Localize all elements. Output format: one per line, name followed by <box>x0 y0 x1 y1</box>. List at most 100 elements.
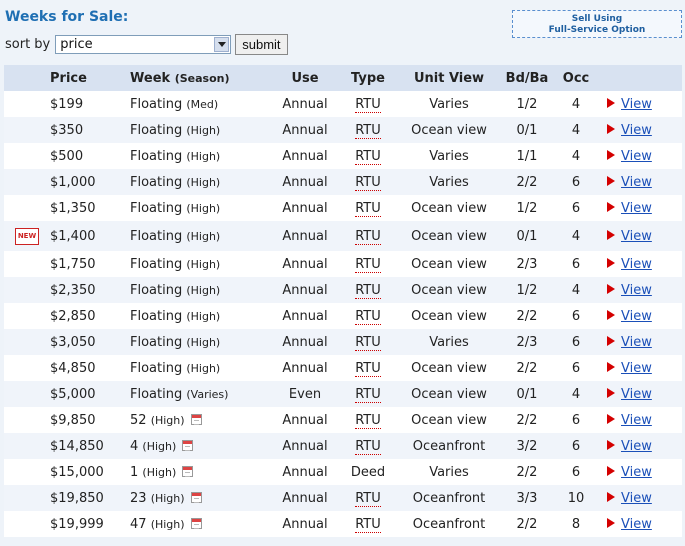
row-price: $2,850 <box>50 308 96 324</box>
view-link[interactable]: View <box>621 439 652 454</box>
row-type-value[interactable]: RTU <box>355 200 381 217</box>
row-type-value[interactable]: RTU <box>355 122 381 139</box>
row-use: Annual <box>282 490 328 506</box>
row-view-cell: View <box>595 143 682 169</box>
row-week: Floating (High) <box>130 117 275 143</box>
row-type-value[interactable]: RTU <box>355 256 381 273</box>
row-type-value[interactable]: RTU <box>355 308 381 325</box>
view-link[interactable]: View <box>621 387 652 402</box>
row-price: $9,850 <box>50 412 96 428</box>
row-badge-cell <box>4 169 50 195</box>
row-bdba: 2/2 <box>516 360 538 376</box>
row-type-value[interactable]: RTU <box>355 516 381 533</box>
view-link[interactable]: View <box>621 175 652 190</box>
row-bdba: 2/3 <box>516 256 538 272</box>
view-link[interactable]: View <box>621 149 652 164</box>
row-type-value[interactable]: RTU <box>355 438 381 455</box>
row-badge-cell <box>4 195 50 221</box>
sell-full-service-button[interactable]: Sell Using Full-Service Option <box>512 10 682 38</box>
row-view-cell: View <box>595 329 682 355</box>
row-use: Annual <box>282 122 328 138</box>
header-price: Price <box>50 70 87 86</box>
row-type: RTU <box>335 169 401 195</box>
play-arrow-icon <box>607 257 615 268</box>
row-view-cell: View <box>595 433 682 459</box>
table-row: $19,850 23 (High) Annual RTU Oceanfront 3/3 10… <box>4 485 682 511</box>
row-view-cell: View <box>595 381 682 407</box>
row-price: $19,850 <box>50 490 104 506</box>
view-link[interactable]: View <box>621 309 652 324</box>
row-type: RTU <box>335 511 401 537</box>
view-link[interactable]: View <box>621 465 652 480</box>
row-view-cell: View <box>595 407 682 433</box>
row-occ: 6 <box>571 438 581 454</box>
row-bdba: 2/2 <box>516 464 538 480</box>
row-occ: 6 <box>571 334 581 350</box>
table-row: $4,850 Floating (High) Annual RTU Ocean view… <box>4 355 682 381</box>
row-occ: 6 <box>571 464 581 480</box>
row-view-cell: View <box>595 117 682 143</box>
calendar-icon[interactable] <box>182 439 194 451</box>
row-unit-view: Ocean view <box>411 256 487 272</box>
row-type-value[interactable]: RTU <box>355 228 381 245</box>
row-type-value[interactable]: RTU <box>355 282 381 299</box>
row-price: $350 <box>50 122 84 138</box>
row-week: 47 (High) <box>130 511 275 537</box>
play-arrow-icon <box>607 97 615 108</box>
row-type: RTU <box>335 355 401 381</box>
header-type: Type <box>351 70 385 86</box>
play-arrow-icon <box>607 439 615 450</box>
play-arrow-icon <box>607 491 615 502</box>
calendar-icon[interactable] <box>190 491 202 503</box>
row-season: (High) <box>150 413 185 427</box>
row-unit-view: Ocean view <box>411 412 487 428</box>
row-bdba: 2/2 <box>516 412 538 428</box>
row-type-value[interactable]: RTU <box>355 148 381 165</box>
row-view-cell: View <box>595 221 682 251</box>
row-price: $14,850 <box>50 438 104 454</box>
view-link[interactable]: View <box>621 201 652 216</box>
row-unit-view: Oceanfront <box>412 490 486 506</box>
view-link[interactable]: View <box>621 361 652 376</box>
row-week: 23 (High) <box>130 485 275 511</box>
row-occ: 8 <box>571 516 581 532</box>
row-occ: 4 <box>571 386 581 402</box>
row-type-value[interactable]: RTU <box>355 386 381 403</box>
row-season: (High) <box>186 309 221 323</box>
calendar-icon[interactable] <box>182 465 194 477</box>
submit-button[interactable]: submit <box>235 34 288 55</box>
row-type-value[interactable]: RTU <box>355 360 381 377</box>
view-link[interactable]: View <box>621 413 652 428</box>
row-week: Floating (High) <box>130 277 275 303</box>
row-type-value[interactable]: RTU <box>355 334 381 351</box>
row-week-value: 1 <box>130 464 139 480</box>
view-link[interactable]: View <box>621 517 652 532</box>
calendar-icon[interactable] <box>190 413 202 425</box>
row-unit-view: Ocean view <box>411 308 487 324</box>
view-link[interactable]: View <box>621 335 652 350</box>
view-link[interactable]: View <box>621 123 652 138</box>
header-week: Week (Season) <box>130 65 275 91</box>
table-row: $1,000 Floating (High) Annual RTU Varies 2/2 6… <box>4 169 682 195</box>
view-link[interactable]: View <box>621 229 652 244</box>
table-row: NEW $1,400 Floating (High) Annual RTU Ocean v… <box>4 221 682 251</box>
calendar-icon[interactable] <box>190 517 202 529</box>
row-view-cell: View <box>595 195 682 221</box>
table-row: $2,350 Floating (High) Annual RTU Ocean view… <box>4 277 682 303</box>
row-view-cell: View <box>595 169 682 195</box>
row-week: Floating (Med) <box>130 91 275 117</box>
row-season: (Varies) <box>186 387 229 401</box>
row-price: $1,400 <box>50 228 96 244</box>
row-type-value[interactable]: RTU <box>355 412 381 429</box>
row-type-value[interactable]: RTU <box>355 96 381 113</box>
row-type-value[interactable]: RTU <box>355 490 381 507</box>
sort-select[interactable]: price <box>55 35 232 54</box>
view-link[interactable]: View <box>621 97 652 112</box>
view-link[interactable]: View <box>621 257 652 272</box>
view-link[interactable]: View <box>621 283 652 298</box>
view-link[interactable]: View <box>621 491 652 506</box>
play-arrow-icon <box>607 361 615 372</box>
chevron-down-icon[interactable] <box>214 37 230 52</box>
play-arrow-icon <box>607 149 615 160</box>
row-type-value[interactable]: RTU <box>355 174 381 191</box>
